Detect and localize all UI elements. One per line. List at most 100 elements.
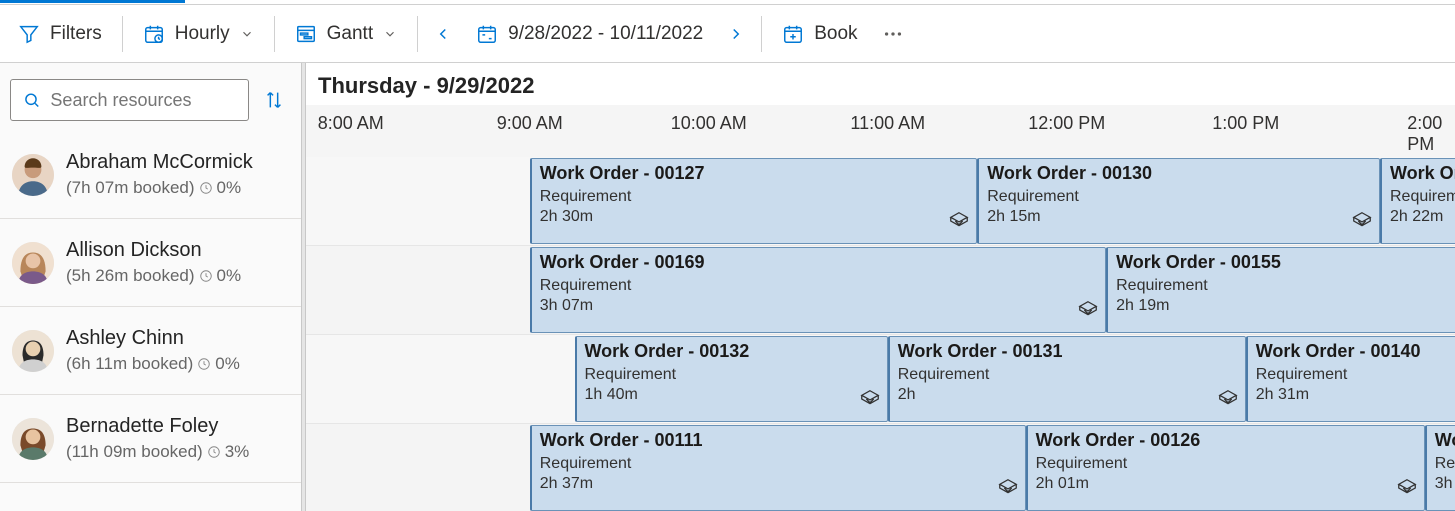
booking-title: Work Order - 00127 — [540, 163, 969, 184]
resource-booked: (5h 26m booked)0% — [66, 266, 241, 286]
ellipsis-icon — [882, 23, 904, 45]
sort-icon — [263, 89, 285, 111]
timeline-panel: Thursday - 9/29/2022 8:00 AM9:00 AM10:00… — [306, 63, 1455, 511]
schedule-toolbar: Filters Hourly Gantt 9/28/2022 - 10/11/2… — [0, 5, 1455, 63]
booking-title: Work Order - 00132 — [585, 341, 879, 362]
booking-block[interactable]: Work Order - 00132Requirement1h 40m — [575, 336, 888, 422]
booking-block[interactable]: Work Order - 00130 Requirement 2h 15m — [977, 158, 1380, 244]
booking-block[interactable]: Work Order -Requirement2h 22m — [1380, 158, 1455, 244]
booking-block[interactable]: Work Order - 00127 Requirement 2h 30m — [530, 158, 978, 244]
booking-subtitle: Requirement — [1116, 277, 1455, 295]
booking-subtitle: Requirement — [540, 455, 1017, 473]
handshake-icon — [1396, 477, 1418, 504]
book-label: Book — [814, 23, 857, 45]
booking-subtitle: Requirement — [585, 366, 879, 384]
date-next-button[interactable] — [717, 19, 755, 49]
avatar — [12, 154, 54, 196]
time-tick: 8:00 AM — [318, 113, 384, 134]
booking-block[interactable]: Work Order - 00126Requirement2h 01m — [1026, 425, 1425, 511]
resource-name: Allison Dickson — [66, 239, 241, 262]
handshake-icon — [1077, 299, 1099, 326]
date-range-button[interactable]: 9/28/2022 - 10/11/2022 — [462, 17, 717, 51]
booking-title: Work Order - — [1390, 163, 1455, 184]
date-range-label: 9/28/2022 - 10/11/2022 — [508, 23, 703, 45]
booking-duration: 2h 31m — [1256, 386, 1455, 404]
resource-booked: (6h 11m booked)0% — [66, 354, 240, 374]
booking-duration: 3h 07m — [540, 297, 1097, 315]
resource-name: Abraham McCormick — [66, 151, 253, 174]
interval-label: Hourly — [175, 23, 230, 45]
resource-search-box[interactable] — [10, 79, 249, 121]
resource-row[interactable]: Abraham McCormick (7h 07m booked)0% — [0, 131, 301, 219]
resource-panel: Abraham McCormick (7h 07m booked)0% Alliso… — [0, 63, 302, 511]
view-dropdown[interactable]: Gantt — [281, 17, 411, 51]
booking-title: Work Order - 00140 — [1256, 341, 1455, 362]
handshake-icon — [997, 477, 1019, 504]
filters-button[interactable]: Filters — [4, 17, 116, 51]
booking-block[interactable]: Work Order - 00131 Requirement 2h — [888, 336, 1246, 422]
booking-block[interactable]: Work Order - 00140 Requirement 2h 31m — [1246, 336, 1455, 422]
chevron-down-icon — [240, 27, 254, 41]
booking-duration: 2h 22m — [1390, 208, 1455, 226]
time-tick: 10:00 AM — [671, 113, 747, 134]
booking-title: Work Order - 00169 — [540, 252, 1097, 273]
day-header: Thursday - 9/29/2022 — [306, 63, 1455, 105]
booking-block[interactable]: Work Order - 00111Requirement2h 37m — [530, 425, 1026, 511]
timeline-row[interactable]: Work Order - 00111Requirement2h 37mWork … — [306, 424, 1455, 511]
booking-title: Work Order - 00111 — [540, 430, 1017, 451]
chevron-right-icon — [727, 25, 745, 43]
avatar — [12, 242, 54, 284]
booking-block[interactable]: Work Order - 00169 Requirement 3h 07m — [530, 247, 1106, 333]
booking-block[interactable]: Work O Requireme 3h 31m — [1425, 425, 1455, 511]
toolbar-overflow-button[interactable] — [872, 17, 914, 51]
booking-duration: 2h 30m — [540, 208, 969, 226]
handshake-icon — [859, 388, 881, 415]
timeline-row[interactable]: Work Order - 00132Requirement1h 40mWork … — [306, 335, 1455, 424]
sort-resources-button[interactable] — [257, 83, 291, 117]
avatar — [12, 330, 54, 372]
chevron-down-icon — [383, 27, 397, 41]
timeline-row[interactable]: Work Order - 00127Requirement2h 30mWork … — [306, 157, 1455, 246]
booking-subtitle: Requirement — [1256, 366, 1455, 384]
booking-duration: 2h 15m — [987, 208, 1371, 226]
calendar-add-icon — [782, 23, 804, 45]
timeline-row[interactable]: Work Order - 00169 Requirement 3h 07mWork … — [306, 246, 1455, 335]
booking-subtitle: Requirement — [987, 188, 1371, 206]
booking-subtitle: Requirement — [898, 366, 1237, 384]
resource-row[interactable]: Bernadette Foley (11h 09m booked)3% — [0, 395, 301, 483]
booking-subtitle: Requireme — [1435, 455, 1455, 473]
calendar-range-icon — [476, 23, 498, 45]
avatar — [12, 418, 54, 460]
booking-title: Work Order - 00126 — [1036, 430, 1416, 451]
resource-booked: (11h 09m booked)3% — [66, 442, 249, 462]
resource-row[interactable]: Allison Dickson (5h 26m booked)0% — [0, 219, 301, 307]
resource-row[interactable]: Ashley Chinn(6h 11m booked)0% — [0, 307, 301, 395]
time-tick: 2:00 PM — [1407, 113, 1442, 155]
filters-label: Filters — [50, 23, 102, 45]
handshake-icon — [1217, 388, 1239, 415]
booking-subtitle: Requirement — [540, 188, 969, 206]
funnel-icon — [18, 23, 40, 45]
app-tab-strip — [0, 0, 1455, 5]
booking-title: Work Order - 00131 — [898, 341, 1237, 362]
book-button[interactable]: Book — [768, 17, 871, 51]
interval-dropdown[interactable]: Hourly — [129, 17, 268, 51]
booking-duration: 2h 19m — [1116, 297, 1455, 315]
resource-name: Bernadette Foley — [66, 415, 249, 438]
calendar-clock-icon — [143, 23, 165, 45]
booking-title: Work O — [1435, 430, 1455, 451]
resource-booked: (7h 07m booked)0% — [66, 178, 253, 198]
handshake-icon — [948, 210, 970, 237]
search-icon — [23, 90, 40, 110]
booking-duration: 3h 31m — [1435, 475, 1455, 493]
booking-subtitle: Requirement — [540, 277, 1097, 295]
booking-subtitle: Requirement — [1036, 455, 1416, 473]
handshake-icon — [1351, 210, 1373, 237]
booking-duration: 2h — [898, 386, 1237, 404]
time-tick: 12:00 PM — [1028, 113, 1105, 134]
booking-block[interactable]: Work Order - 00155Requirement2h 19m — [1106, 247, 1455, 333]
search-input[interactable] — [50, 90, 236, 111]
time-tick: 11:00 AM — [850, 113, 925, 134]
date-prev-button[interactable] — [424, 19, 462, 49]
booking-title: Work Order - 00130 — [987, 163, 1371, 184]
